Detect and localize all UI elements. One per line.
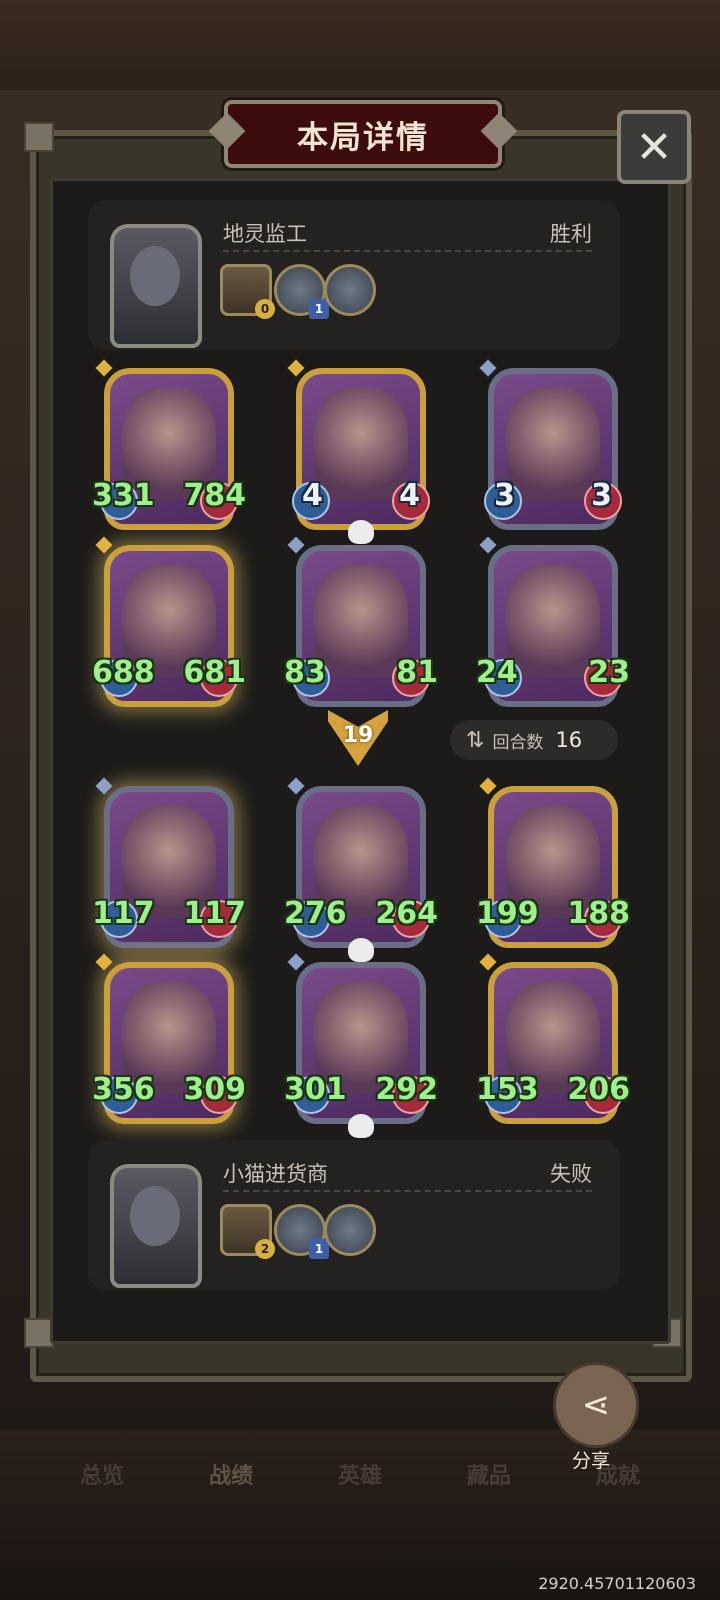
health-value: 681 — [183, 655, 246, 690]
page-title: 本局详情 — [297, 119, 429, 156]
health-value: 3 — [591, 478, 612, 513]
minion-card[interactable]: 301 292 — [284, 953, 438, 1138]
gear-icon[interactable]: 1 — [274, 1204, 329, 1259]
spider-icon[interactable] — [324, 264, 376, 316]
share-icon: ⋖ — [581, 1385, 611, 1425]
minion-card[interactable]: 356 309 — [92, 953, 246, 1124]
wood-header — [0, 0, 720, 90]
minion-card[interactable]: 688 681 — [92, 536, 246, 707]
share-label: 分享 — [572, 1450, 611, 1472]
close-button[interactable]: ✕ — [617, 110, 691, 184]
refresh-icon: ⇅ — [466, 727, 485, 753]
attack-value: 3 — [494, 478, 515, 513]
attack-value: 356 — [92, 1072, 155, 1107]
frame-corner — [24, 122, 54, 152]
player-avatar[interactable] — [110, 1164, 202, 1288]
relic-count: 2 — [255, 1239, 275, 1259]
relic-count: 0 — [255, 299, 275, 319]
player-summary-bottom: 小猫进货商 失败 2 1 — [88, 1140, 620, 1290]
skull-icon — [348, 938, 374, 962]
wrench-icon[interactable]: 1 — [274, 264, 329, 319]
attack-value: 199 — [476, 896, 539, 931]
health-value: 206 — [567, 1072, 630, 1107]
minion-card[interactable]: 331 784 — [92, 359, 246, 530]
skull-icon — [348, 1114, 374, 1138]
health-value: 292 — [375, 1072, 438, 1107]
share-button[interactable]: ⋖ — [553, 1362, 639, 1448]
player-avatar[interactable] — [110, 224, 202, 348]
player-summary-top: 地灵监工 胜利 0 1 — [88, 200, 620, 350]
player-name: 地灵监工 — [223, 222, 307, 246]
health-value: 309 — [183, 1072, 246, 1107]
health-value: 4 — [399, 478, 420, 513]
attack-value: 4 — [302, 478, 323, 513]
attack-value: 331 — [92, 478, 155, 513]
health-value: 188 — [567, 896, 630, 931]
health-value: 117 — [183, 896, 246, 931]
minion-card[interactable]: 199 188 — [476, 777, 630, 948]
tab-collection[interactable]: 藏品 — [467, 1458, 511, 1490]
attack-value: 301 — [284, 1072, 347, 1107]
minion-card[interactable]: 117 117 — [92, 777, 246, 948]
attack-value: 276 — [284, 896, 347, 931]
tab-heroes[interactable]: 英雄 — [338, 1458, 382, 1490]
health-value: 784 — [183, 478, 246, 513]
player-result: 失败 — [550, 1162, 592, 1186]
player-name: 小猫进货商 — [223, 1162, 328, 1186]
hero-frame-icon[interactable]: 2 — [220, 1204, 275, 1259]
minion-card[interactable]: 83 81 — [284, 536, 438, 707]
attack-value: 83 — [284, 655, 326, 690]
round-label: 回合数 — [492, 732, 544, 753]
attack-value: 117 — [92, 896, 155, 931]
round-counter: ⇅ 回合数 16 — [450, 720, 618, 760]
health-value: 81 — [396, 655, 438, 690]
minion-card[interactable]: 33 — [479, 359, 622, 530]
tab-bar: 总览 战绩 英雄 藏品 成就 — [80, 1458, 640, 1490]
round-value: 16 — [555, 728, 583, 752]
statue-icon[interactable] — [324, 1204, 376, 1256]
user-id: 2920.45701120603 — [538, 1574, 696, 1593]
attack-value: 153 — [476, 1072, 539, 1107]
attack-value: 688 — [92, 655, 155, 690]
health-value: 23 — [588, 655, 630, 690]
tab-overview[interactable]: 总览 — [80, 1458, 124, 1490]
skull-icon — [348, 520, 374, 544]
player-result: 胜利 — [550, 222, 592, 246]
close-icon: ✕ — [635, 121, 673, 173]
minion-card[interactable]: 44 — [287, 359, 430, 544]
hero-frame-icon[interactable]: 0 — [220, 264, 275, 319]
attack-value: 24 — [476, 655, 518, 690]
tab-records[interactable]: 战绩 — [209, 1458, 253, 1490]
title-banner: 本局详情 — [224, 100, 502, 168]
minion-card[interactable]: 276 264 — [284, 777, 438, 962]
health-value: 264 — [375, 896, 438, 931]
minion-card[interactable]: 153 206 — [476, 953, 630, 1124]
minion-card[interactable]: 24 23 — [476, 536, 630, 707]
